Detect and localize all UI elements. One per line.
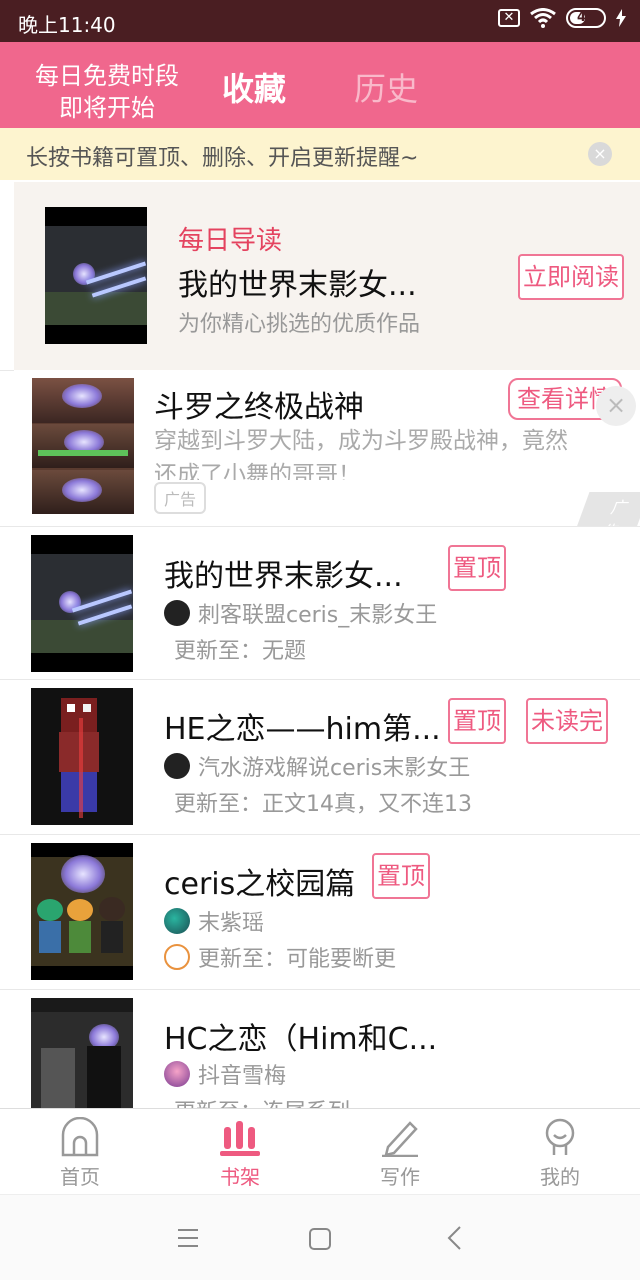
status-time: 晚上11:40 xyxy=(18,13,116,37)
free-time-line2: 即将开始 xyxy=(59,94,155,122)
tab-favorites[interactable]: 收藏 xyxy=(222,64,286,110)
avatar xyxy=(164,1061,190,1087)
tip-bar: 长按书籍可置顶、删除、开启更新提醒~ × xyxy=(0,128,640,180)
bottom-nav: 首页 书架 写作 我的 xyxy=(0,1108,640,1194)
book-author: 抖音雪梅 xyxy=(164,1058,286,1090)
book-title[interactable]: HC之恋（Him和C... xyxy=(164,1014,437,1058)
pin-button[interactable]: 置顶 xyxy=(372,853,430,899)
system-nav-bar xyxy=(0,1194,640,1280)
unread-button[interactable]: 未读完 xyxy=(526,698,608,744)
free-time-banner[interactable]: 每日免费时段 即将开始 xyxy=(22,60,192,124)
author-name: 汽水游戏解说ceris末影女王 xyxy=(198,756,471,781)
daily-book-title[interactable]: 我的世界末影女... xyxy=(178,260,417,304)
avatar xyxy=(164,600,190,626)
book-row[interactable]: 我的世界末影女... 置顶 刺客联盟ceris_末影女王 更新至：无题 xyxy=(0,527,640,679)
bookshelf-icon xyxy=(220,1121,260,1156)
tab-history[interactable]: 历史 xyxy=(354,64,418,110)
daily-guide-card[interactable]: 每日导读 我的世界末影女... 为你精心挑选的优质作品 立即阅读 xyxy=(14,182,640,370)
home-icon xyxy=(61,1117,99,1157)
close-icon[interactable]: × xyxy=(588,142,612,166)
book-author: 汽水游戏解说ceris末影女王 xyxy=(164,750,470,782)
nav-label: 写作 xyxy=(380,1165,420,1189)
daily-guide-label: 每日导读 xyxy=(178,226,283,256)
status-icons: ✕ 44 xyxy=(498,8,626,28)
tip-text: 长按书籍可置顶、删除、开启更新提醒~ xyxy=(26,146,419,171)
book-cover[interactable] xyxy=(31,688,133,825)
ad-description: 穿越到斗罗大陆，成为斗罗殿战神，竟然 还成了小舞的哥哥！ xyxy=(154,424,640,480)
ad-card[interactable]: 斗罗之终极战神 穿越到斗罗大陆，成为斗罗殿战神，竟然 还成了小舞的哥哥！ 广告 … xyxy=(14,370,640,544)
ad-desc-line2: 还成了小舞的哥哥！ xyxy=(154,462,361,480)
book-cover[interactable] xyxy=(31,998,133,1108)
author-name: 刺客联盟ceris_末影女王 xyxy=(198,603,438,628)
nav-write[interactable]: 写作 xyxy=(340,1109,460,1195)
book-title[interactable]: ceris之校园篇 xyxy=(164,859,355,903)
ad-image[interactable] xyxy=(32,378,134,514)
nav-label: 首页 xyxy=(60,1165,100,1189)
home-square-icon[interactable] xyxy=(308,1227,332,1251)
ad-desc-line1: 穿越到斗罗大陆，成为斗罗殿战神，竟然 xyxy=(154,428,568,454)
book-update-row: 更新至：可能要断更 xyxy=(164,941,396,973)
close-icon[interactable]: × xyxy=(596,386,636,426)
nav-label: 我的 xyxy=(540,1165,580,1189)
avatar xyxy=(164,908,190,934)
battery-icon: 44 xyxy=(566,8,606,28)
ad-title[interactable]: 斗罗之终极战神 xyxy=(154,382,364,426)
pen-icon xyxy=(382,1121,418,1157)
read-now-button[interactable]: 立即阅读 xyxy=(518,254,624,300)
book-cover[interactable] xyxy=(45,207,147,344)
nav-profile[interactable]: 我的 xyxy=(500,1109,620,1195)
book-update: 更新至：无题 xyxy=(174,639,307,664)
author-name: 抖音雪梅 xyxy=(198,1064,287,1089)
profile-icon xyxy=(545,1118,575,1155)
daily-subtitle: 为你精心挑选的优质作品 xyxy=(178,312,421,337)
free-time-line1: 每日免费时段 xyxy=(35,62,179,90)
book-update: 更新至：正文14真，又不连13 xyxy=(174,792,472,817)
pin-button[interactable]: 置顶 xyxy=(448,545,506,591)
wifi-icon xyxy=(530,8,556,28)
nav-bookshelf[interactable]: 书架 xyxy=(180,1109,300,1195)
book-cover[interactable] xyxy=(31,535,133,672)
book-cover[interactable] xyxy=(31,843,133,980)
book-author: 末紫瑶 xyxy=(164,905,264,937)
book-title[interactable]: HE之恋——him第... xyxy=(164,704,441,748)
charging-icon xyxy=(616,9,626,27)
book-row[interactable]: HC之恋（Him和C... 抖音雪梅 更新至：连尾系列 xyxy=(0,990,640,1108)
status-bar: 晚上11:40 ✕ 44 xyxy=(0,0,640,42)
avatar xyxy=(164,753,190,779)
battery-level: 44 xyxy=(576,10,596,25)
book-update: 更新至：连尾系列 xyxy=(174,1094,350,1108)
back-icon[interactable] xyxy=(446,1225,462,1251)
book-author: 刺客联盟ceris_末影女王 xyxy=(164,597,437,629)
menu-icon[interactable] xyxy=(176,1227,200,1249)
book-title[interactable]: 我的世界末影女... xyxy=(164,551,403,595)
book-row[interactable]: HE之恋——him第... 置顶 未读完 汽水游戏解说ceris末影女王 更新至… xyxy=(0,680,640,834)
book-update: 更新至：可能要断更 xyxy=(198,947,397,972)
no-sim-icon: ✕ xyxy=(498,9,520,27)
nav-label: 书架 xyxy=(220,1165,260,1189)
clock-icon xyxy=(164,944,190,970)
header: 每日免费时段 即将开始 收藏 历史 xyxy=(0,42,640,128)
author-name: 末紫瑶 xyxy=(198,911,265,936)
pin-button[interactable]: 置顶 xyxy=(448,698,506,744)
ad-tag: 广告 xyxy=(154,482,207,514)
nav-home[interactable]: 首页 xyxy=(20,1109,140,1195)
book-row[interactable]: ceris之校园篇 置顶 末紫瑶 更新至：可能要断更 xyxy=(0,835,640,989)
